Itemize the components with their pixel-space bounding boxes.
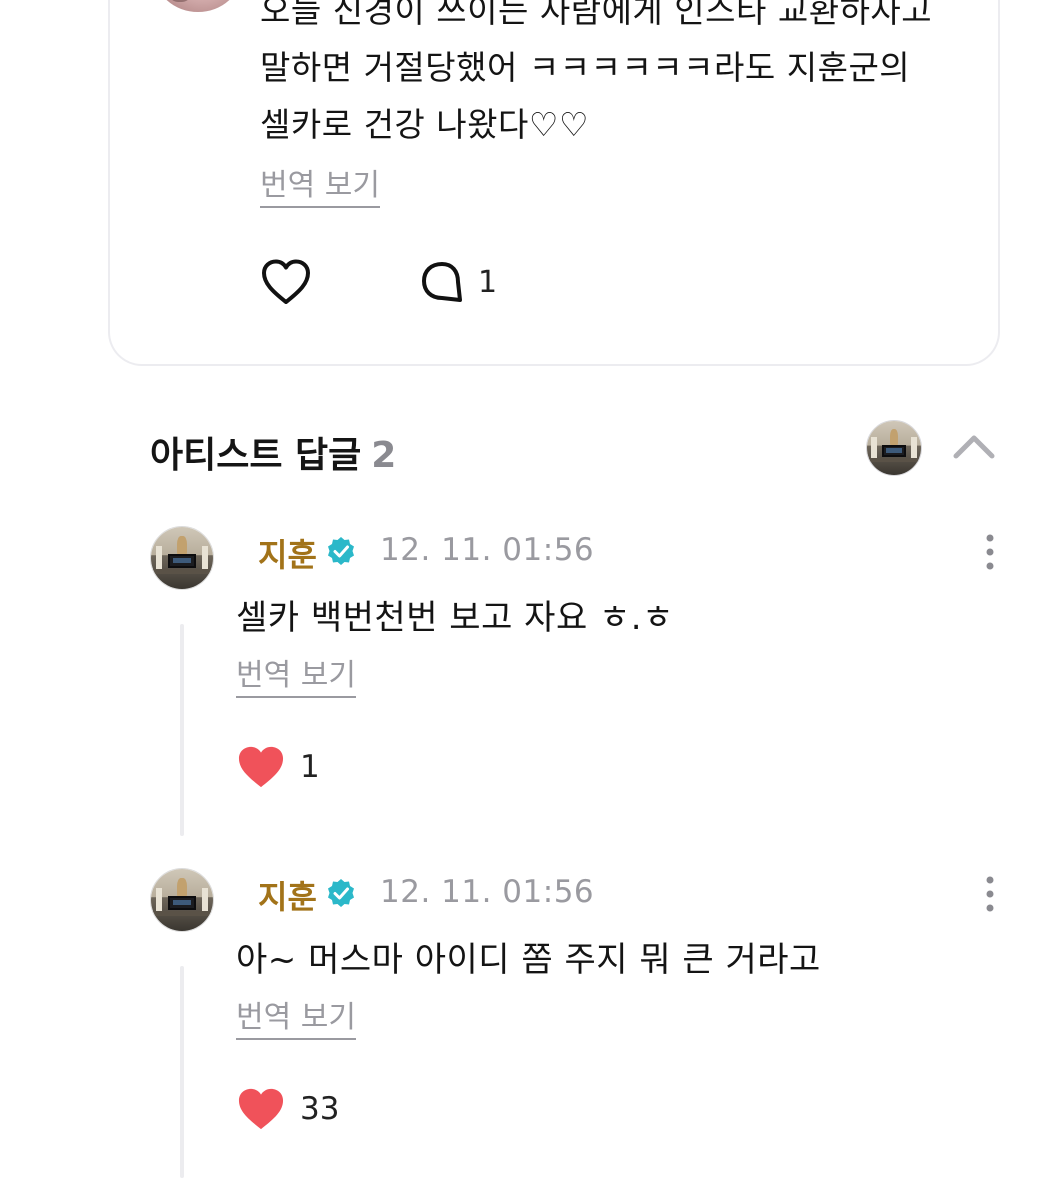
- heart-filled-icon: [238, 1088, 284, 1130]
- artist-replies-label: 아티스트 답글: [150, 435, 362, 476]
- reply-like-button[interactable]: 33: [236, 1086, 339, 1132]
- thread-line: [180, 624, 184, 836]
- artist-avatar[interactable]: [150, 868, 214, 932]
- artist-reply: 지훈 12. 11. 01:56 아~ 머스마 아이디 쫌 주지 뭐 큰 거라고…: [150, 868, 1020, 1188]
- reply-text: 아~ 머스마 아이디 쫌 주지 뭐 큰 거라고: [236, 940, 821, 980]
- reply-text: 셀카 백번천번 보고 자요 ㅎ.ㅎ: [236, 598, 674, 638]
- post-author-avatar[interactable]: [154, 0, 242, 12]
- more-options-icon[interactable]: [982, 532, 998, 572]
- reply-translate-link[interactable]: 번역 보기: [236, 1000, 356, 1040]
- post-translate-link[interactable]: 번역 보기: [260, 168, 380, 208]
- chevron-up-icon[interactable]: [950, 426, 998, 466]
- post-actions: 1: [260, 252, 560, 312]
- artist-reply: 지훈 12. 11. 01:56 셀카 백번천번 보고 자요 ㅎ.ㅎ 번역 보기…: [150, 526, 1020, 846]
- thread-line: [180, 966, 184, 1178]
- heart-outline-icon: [262, 259, 310, 304]
- artist-replies-header: 아티스트 답글 2: [150, 420, 1010, 480]
- comment-thread-page: 오늘 신경이 쓰이는 사람에게 인스타 교환하자고 말하면 거절당했어 ㅋㅋㅋㅋ…: [0, 0, 1044, 1200]
- reply-author-name[interactable]: 지훈: [258, 530, 317, 576]
- post-card: 오늘 신경이 쓰이는 사람에게 인스타 교환하자고 말하면 거절당했어 ㅋㅋㅋㅋ…: [108, 0, 1000, 366]
- speech-bubble-icon: [422, 262, 462, 302]
- verified-badge-icon: [328, 537, 354, 565]
- post-comment-button[interactable]: 1: [420, 256, 497, 308]
- reply-author-name[interactable]: 지훈: [258, 872, 317, 918]
- reply-timestamp: 12. 11. 01:56: [380, 874, 595, 910]
- reply-like-button[interactable]: 1: [236, 744, 320, 790]
- reply-like-count: 1: [300, 749, 320, 785]
- verified-badge-icon: [328, 879, 354, 907]
- reply-timestamp: 12. 11. 01:56: [380, 532, 595, 568]
- artist-avatar[interactable]: [150, 526, 214, 590]
- reply-like-count: 33: [300, 1091, 340, 1127]
- reply-translate-link[interactable]: 번역 보기: [236, 658, 356, 698]
- artist-replies-count: 2: [371, 435, 397, 476]
- post-text: 오늘 신경이 쓰이는 사람에게 인스타 교환하자고 말하면 거절당했어 ㅋㅋㅋㅋ…: [260, 0, 933, 144]
- artist-replies-title: 아티스트 답글 2: [150, 426, 396, 478]
- post-comment-count: 1: [478, 264, 498, 300]
- more-options-icon[interactable]: [982, 874, 998, 914]
- post-like-button[interactable]: [260, 252, 320, 312]
- heart-filled-icon: [238, 746, 284, 788]
- artist-avatar-small[interactable]: [866, 420, 922, 476]
